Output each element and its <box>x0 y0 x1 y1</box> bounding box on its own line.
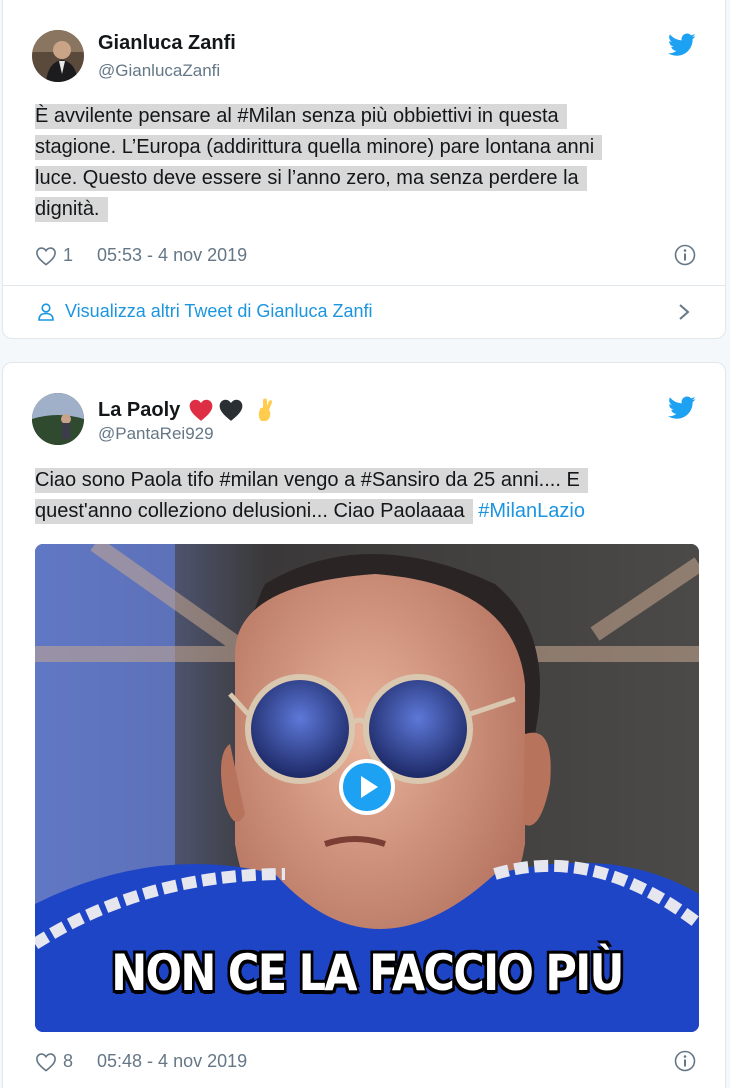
tweet-meta: 8 05:48 - 4 nov 2019 <box>35 1051 247 1072</box>
play-button[interactable] <box>339 759 395 815</box>
view-more-tweets-link[interactable]: Visualizza altri Tweet di Gianluca Zanfi <box>37 301 373 322</box>
crossed-fingers-icon <box>259 398 273 421</box>
tweet-text-line: dignità. <box>35 197 108 222</box>
twitter-bird-icon[interactable] <box>668 33 696 57</box>
avatar[interactable] <box>32 30 84 82</box>
tweet-meta: 1 05:53 - 4 nov 2019 <box>35 245 247 266</box>
tweet-card-2: La Paoly @PantaRei929 Ciao sono Paola ti… <box>2 362 726 1088</box>
divider <box>3 285 725 286</box>
display-name[interactable]: Gianluca Zanfi <box>98 32 236 55</box>
like-count: 8 <box>63 1051 74 1071</box>
tweet-media-gif[interactable]: NON CE LA FACCIO PIÙ <box>35 544 699 1032</box>
tweet-card-1: Gianluca Zanfi @GianlucaZanfi È avvilent… <box>2 0 726 339</box>
user-handle[interactable]: @PantaRei929 <box>98 424 214 444</box>
view-more-label: Visualizza altri Tweet di Gianluca Zanfi <box>65 301 373 321</box>
info-icon[interactable] <box>674 1050 696 1072</box>
heart-icon[interactable] <box>35 1052 57 1072</box>
display-name[interactable]: La Paoly <box>98 397 276 423</box>
tweet-text-line: quest'anno colleziono delusioni... Ciao … <box>35 499 473 524</box>
chevron-right-icon[interactable] <box>677 302 691 322</box>
twitter-bird-icon[interactable] <box>668 396 696 420</box>
play-icon <box>339 759 395 815</box>
avatar[interactable] <box>32 393 84 445</box>
tweet-text-line: luce. Questo deve essere si l’anno zero,… <box>35 166 587 191</box>
red-heart-icon <box>189 399 213 421</box>
tweet-text-line: stagione. L’Europa (addirittura quella m… <box>35 135 603 160</box>
tweet-text-line: È avvilente pensare al #Milan senza più … <box>35 104 567 129</box>
hashtag-link[interactable]: #MilanLazio <box>478 500 585 522</box>
gif-caption: NON CE LA FACCIO PIÙ <box>111 944 624 1002</box>
tweet-text: È avvilente pensare al #Milan senza più … <box>35 101 705 225</box>
tweet-text-line: Ciao sono Paola tifo #milan vengo a #San… <box>35 468 588 493</box>
black-heart-icon <box>219 399 243 421</box>
like-count: 1 <box>63 245 74 265</box>
timestamp[interactable]: 05:53 - 4 nov 2019 <box>97 245 247 266</box>
tweet-text: Ciao sono Paola tifo #milan vengo a #San… <box>35 465 705 527</box>
person-icon <box>38 302 54 321</box>
user-handle[interactable]: @GianlucaZanfi <box>98 61 220 81</box>
display-name-text: La Paoly <box>98 398 181 421</box>
info-icon[interactable] <box>674 244 696 266</box>
heart-icon[interactable] <box>35 246 57 266</box>
timestamp[interactable]: 05:48 - 4 nov 2019 <box>97 1051 247 1072</box>
